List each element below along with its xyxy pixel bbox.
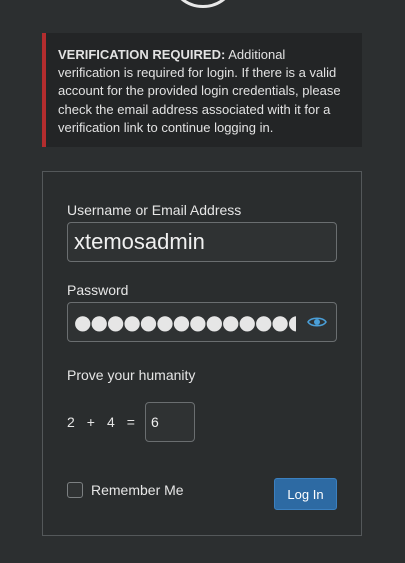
- captcha-operator: +: [86, 414, 95, 430]
- password-label: Password: [67, 282, 129, 298]
- captcha-label: Prove your humanity: [67, 367, 196, 383]
- captcha-answer-input[interactable]: [144, 402, 195, 442]
- remember-me[interactable]: Remember Me: [67, 482, 184, 498]
- captcha-operand-a: 2: [67, 414, 75, 430]
- username-input[interactable]: [67, 222, 337, 262]
- verification-notice: VERIFICATION REQUIRED: Additional verifi…: [42, 33, 362, 147]
- login-form: Username or Email Address Password ●●●●●…: [42, 171, 362, 536]
- captcha-equals: =: [126, 414, 135, 430]
- eye-icon: [307, 317, 327, 327]
- password-input[interactable]: ●●●●●●●●●●●●●●●●●●: [74, 312, 296, 332]
- password-field[interactable]: ●●●●●●●●●●●●●●●●●●: [67, 302, 337, 342]
- remember-me-label[interactable]: Remember Me: [91, 482, 184, 498]
- login-page: VERIFICATION REQUIRED: Additional verifi…: [0, 0, 405, 563]
- remember-me-checkbox[interactable]: [67, 482, 83, 498]
- login-button[interactable]: Log In: [274, 478, 337, 510]
- username-label: Username or Email Address: [67, 202, 242, 218]
- notice-heading: VERIFICATION REQUIRED:: [58, 47, 226, 62]
- notice-text: VERIFICATION REQUIRED: Additional verifi…: [58, 46, 350, 137]
- captcha-row: 2 + 4 =: [67, 402, 195, 442]
- captcha-operand-b: 4: [106, 414, 115, 430]
- site-logo[interactable]: [168, 0, 238, 8]
- show-password-button[interactable]: [306, 312, 328, 332]
